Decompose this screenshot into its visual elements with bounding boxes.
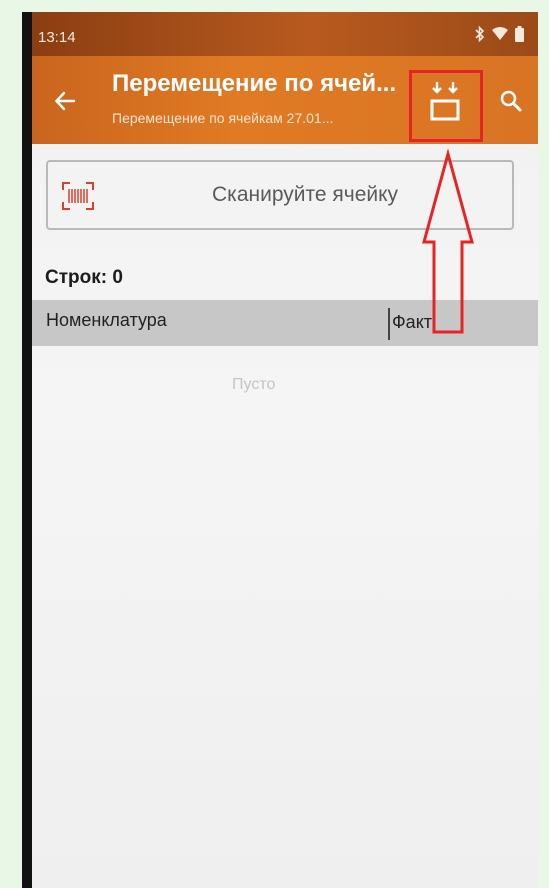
barcode-icon [62,182,94,210]
app-screen: 13:14 Перемещение по ячей... Перемещение… [32,12,538,888]
move-to-cell-button[interactable] [407,64,483,140]
status-time: 13:14 [38,29,76,46]
page-title: Перемещение по ячей... [112,70,397,97]
column-header-fact[interactable]: Факт [392,312,432,333]
move-to-cell-icon [430,82,460,121]
scan-cell-placeholder: Сканируйте ячейку [212,183,399,206]
page-subtitle: Перемещение по ячейкам 27.01... [112,110,334,126]
arrow-left-icon [54,91,76,111]
search-button[interactable] [490,80,532,122]
column-divider[interactable] [388,308,390,340]
bluetooth-icon [475,26,485,42]
app-toolbar: Перемещение по ячей... Перемещение по яч… [32,56,538,144]
wifi-icon [492,27,508,40]
rows-count: Строк: 0 [45,267,123,288]
empty-state-text: Пусто [232,376,276,393]
table-header: Номенклатура Факт [32,300,538,346]
status-icons [475,26,524,42]
search-icon [500,90,522,112]
scan-cell-field[interactable]: Сканируйте ячейку [46,160,514,230]
battery-icon [515,26,524,42]
device-frame: 13:14 Перемещение по ячей... Перемещение… [22,12,538,888]
status-bar: 13:14 [32,12,538,56]
column-header-nomenclature[interactable]: Номенклатура [46,310,167,331]
back-button[interactable] [44,80,86,122]
